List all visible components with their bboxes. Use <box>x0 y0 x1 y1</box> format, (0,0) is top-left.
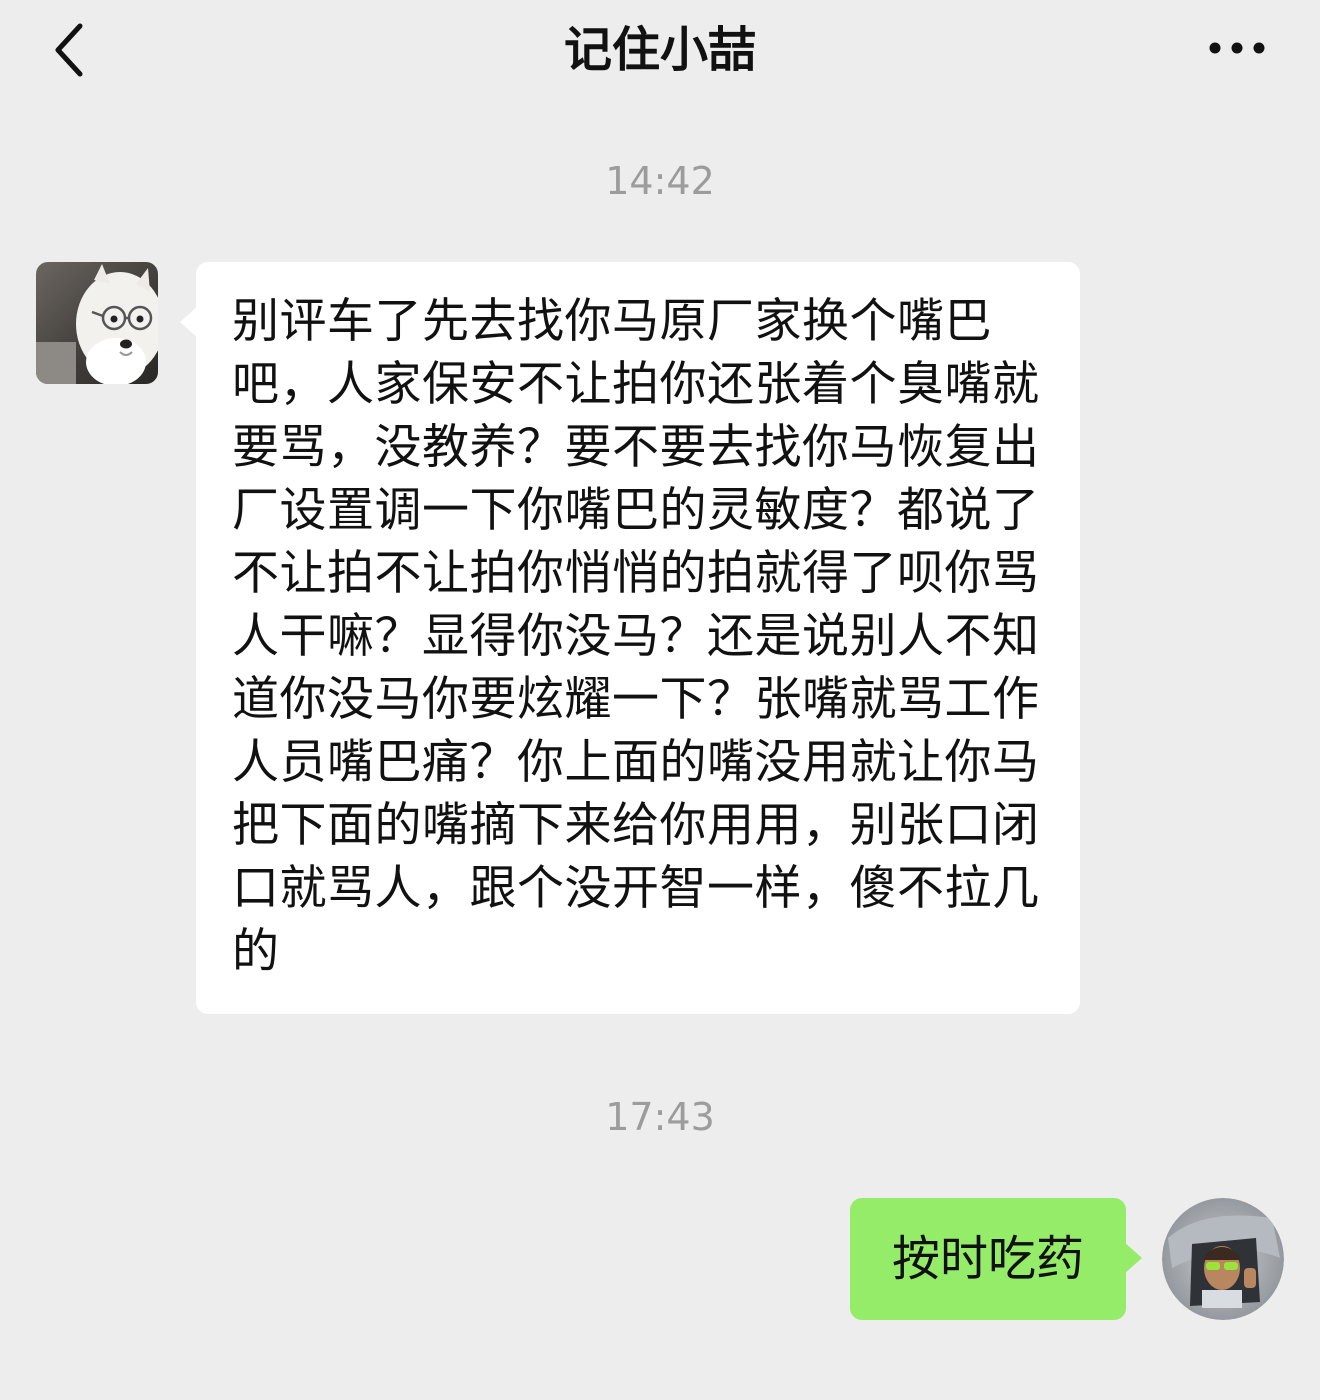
message-text: 按时吃药 <box>891 1231 1084 1287</box>
more-dots-icon <box>1209 42 1265 54</box>
message-text: 别评车了先去找你马原厂家换个嘴巴吧，人家保安不让拍你还张着个臭嘴就要骂，没教养？… <box>232 294 1040 979</box>
more-button[interactable] <box>1202 28 1272 68</box>
user-avatar[interactable] <box>1162 1198 1284 1320</box>
dog-avatar-image <box>36 262 158 384</box>
chevron-left-icon <box>55 23 83 77</box>
pilot-avatar-image <box>1162 1198 1284 1320</box>
message-timestamp: 17:43 <box>605 1095 715 1139</box>
message-timestamp: 14:42 <box>605 159 715 203</box>
incoming-message-bubble[interactable]: 别评车了先去找你马原厂家换个嘴巴吧，人家保安不让拍你还张着个臭嘴就要骂，没教养？… <box>180 262 1080 1014</box>
back-button[interactable] <box>40 18 100 82</box>
chat-header: 记住小喆 <box>0 0 1320 110</box>
contact-avatar[interactable] <box>36 262 158 384</box>
chat-title: 记住小喆 <box>563 22 756 78</box>
outgoing-message-bubble[interactable]: 按时吃药 <box>850 1198 1142 1320</box>
